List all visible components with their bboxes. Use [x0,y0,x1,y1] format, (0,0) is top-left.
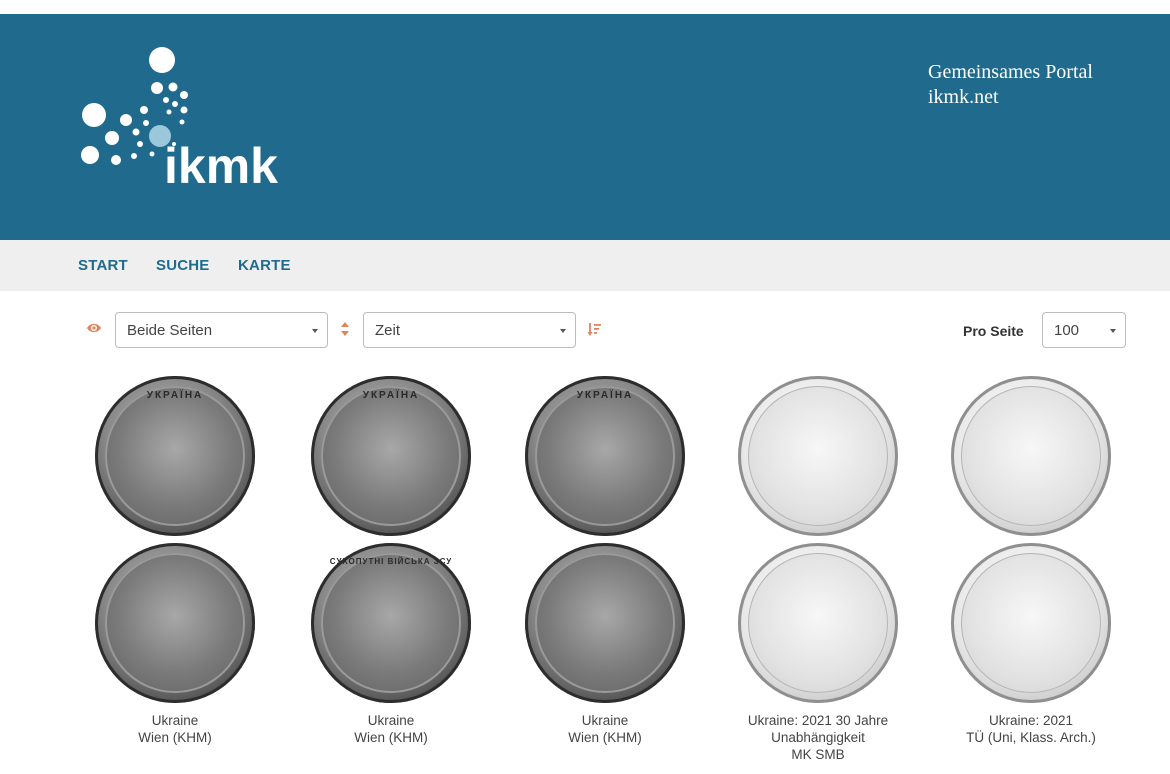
coin-caption-line: Wien (KHM) [568,730,642,745]
coin-reverse-image[interactable]: СУХОПУТНІ ВІЙСЬКА ЗСУ [311,543,471,703]
coin-caption-line: MK SMB [791,747,845,762]
coin-caption[interactable]: Ukraine: 2021 30 Jahre Unabhängigkeit MK… [723,712,913,763]
results-controls: Beide Seiten Zeit Pro Seite 100 [0,291,1170,366]
nav-karte-link[interactable]: KARTE [238,257,291,274]
eye-icon [87,323,101,333]
coin-caption[interactable]: Ukraine Wien (KHM) [510,712,700,746]
top-strip [0,0,1170,14]
ikmk-logo[interactable]: ikmk [74,40,304,194]
coin-obverse-image[interactable]: УКРАЇНА [525,376,685,536]
coin-caption-line: Wien (KHM) [354,730,428,745]
coin-obverse-image[interactable]: УКРАЇНА [95,376,255,536]
coin-card[interactable]: УКРАЇНА СУХОПУТНІ ВІЙСЬКА ЗСУ Ukraine Wi… [296,376,486,746]
coin-obverse-legend: УКРАЇНА [576,390,634,401]
coin-obverse-image[interactable]: УКРАЇНА [311,376,471,536]
coin-reverse-image[interactable] [738,543,898,703]
coin-obverse-image[interactable] [738,376,898,536]
sort-field-value: Zeit [375,322,401,339]
main-nav: START SUCHE KARTE [0,240,1170,291]
coin-reverse-image[interactable] [525,543,685,703]
coin-reverse-legend: СУХОПУТНІ ВІЙСЬКА ЗСУ [329,557,453,566]
portal-title[interactable]: Gemeinsames Portal ikmk.net [928,60,1093,110]
per-page-value: 100 [1054,322,1080,339]
site-header: ikmk Gemeinsames Portal ikmk.net [0,14,1170,240]
per-page-label: Pro Seite [963,323,1024,339]
coin-caption-line: Ukraine [151,713,199,728]
coin-obverse-legend: УКРАЇНА [362,390,420,401]
coin-caption[interactable]: Ukraine Wien (KHM) [296,712,486,746]
coin-caption[interactable]: Ukraine: 2021 TÜ (Uni, Klass. Arch.) [936,712,1126,746]
coin-caption-line: Unabhängigkeit [771,730,865,745]
chevron-down-icon [312,329,318,333]
coin-caption-line: Ukraine [581,713,629,728]
sort-descending-icon[interactable] [587,322,601,337]
coin-card[interactable]: Ukraine: 2021 30 Jahre Unabhängigkeit MK… [723,376,913,763]
portal-title-line1: Gemeinsames Portal [928,61,1093,83]
coin-caption-line: TÜ (Uni, Klass. Arch.) [966,730,1096,745]
coin-reverse-image[interactable] [951,543,1111,703]
view-side-select[interactable]: Beide Seiten [115,312,328,348]
chevron-down-icon [560,329,566,333]
portal-title-line2: ikmk.net [928,86,999,108]
coin-obverse-image[interactable] [951,376,1111,536]
nav-suche-link[interactable]: SUCHE [156,257,210,274]
ikmk-logo-graphic: ikmk [81,47,278,194]
nav-start-link[interactable]: START [78,257,128,274]
coin-card[interactable]: УКРАЇНА Ukraine Wien (KHM) [510,376,700,746]
coin-caption-line: Ukraine: 2021 30 Jahre [747,713,889,728]
coin-caption-line: Ukraine: 2021 [988,713,1074,728]
coin-caption-line: Wien (KHM) [138,730,212,745]
coin-card[interactable]: Ukraine: 2021 TÜ (Uni, Klass. Arch.) [936,376,1126,746]
coin-caption-line: Ukraine [367,713,415,728]
per-page-select[interactable]: 100 [1042,312,1126,348]
sort-field-select[interactable]: Zeit [363,312,576,348]
coin-caption[interactable]: Ukraine Wien (KHM) [80,712,270,746]
coin-obverse-legend: УКРАЇНА [146,390,204,401]
coin-reverse-image[interactable] [95,543,255,703]
chevron-down-icon [1110,329,1116,333]
sort-icon [341,322,349,336]
view-side-value: Beide Seiten [127,322,213,339]
coin-results-grid: УКРАЇНА Ukraine Wien (KHM) УКРАЇНА СУХОП… [0,366,1170,774]
logo-text: ikmk [164,138,278,190]
coin-card[interactable]: УКРАЇНА Ukraine Wien (KHM) [80,376,270,746]
